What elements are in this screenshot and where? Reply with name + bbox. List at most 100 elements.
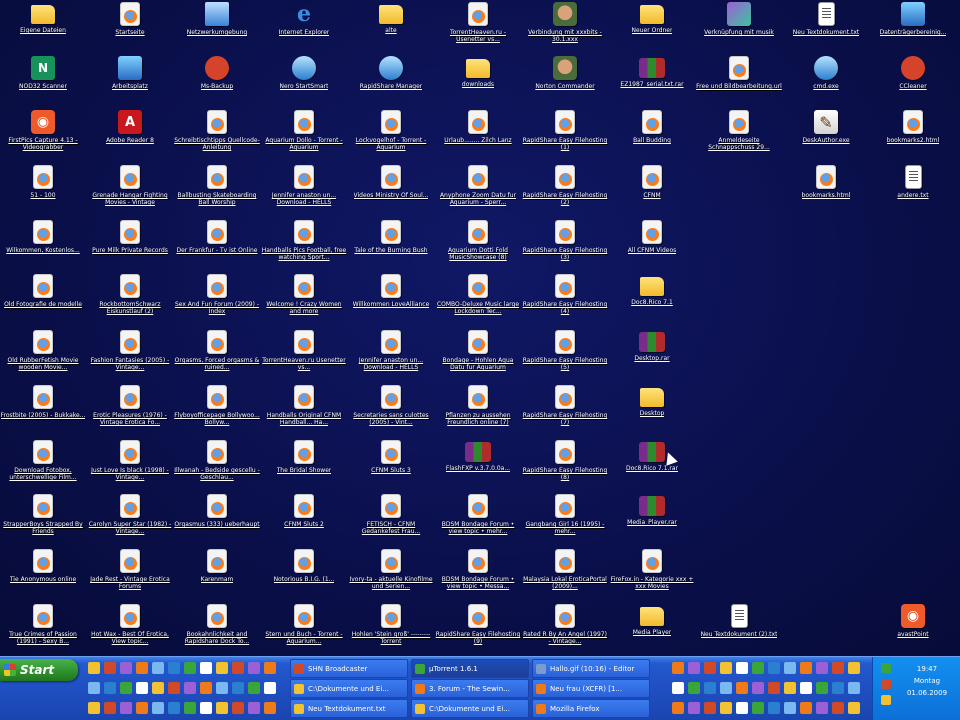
desktop-icon[interactable]: Jennifer anaston un... Download - HELLS: [348, 330, 434, 384]
desktop-icon[interactable]: BDSM Bondage Forum • view topic • Messa.…: [435, 549, 521, 603]
quick-launch-icon[interactable]: [200, 702, 212, 714]
desktop-icon[interactable]: True Crimes of Passion (1991) - Sexy B..…: [0, 604, 86, 658]
tray-app-icon[interactable]: [752, 662, 764, 674]
taskbar-button[interactable]: Mozilla Firefox: [532, 699, 650, 718]
desktop-icon[interactable]: Urlaub........ Zilch Lanz: [435, 110, 521, 164]
desktop-icon[interactable]: FirstPics Capture 4.13 - Videograbber: [0, 110, 86, 164]
desktop-icon[interactable]: CCleaner: [870, 56, 956, 110]
desktop-icon[interactable]: Verbindung mit xxxbits - 30.1.xxx: [522, 2, 608, 56]
desktop-icon[interactable]: DeskAuthor.exe: [783, 110, 869, 164]
desktop-icon[interactable]: bookmarks2.html: [870, 110, 956, 164]
desktop-icon[interactable]: Welcome ! Crazy Women and more: [261, 274, 347, 328]
desktop-icon[interactable]: andere.txt: [870, 165, 956, 219]
desktop-icon[interactable]: cmd.exe: [783, 56, 869, 110]
quick-launch-icon[interactable]: [216, 702, 228, 714]
quick-launch-icon[interactable]: [184, 662, 196, 674]
desktop-icon[interactable]: Der Frankfur - Tv ist Online: [174, 220, 260, 274]
desktop-icon[interactable]: Anmeldeseite Schnappschuss 29...: [696, 110, 782, 164]
quick-launch-icon[interactable]: [248, 702, 260, 714]
quick-launch-icon[interactable]: [184, 682, 196, 694]
quick-launch-icon[interactable]: [88, 702, 100, 714]
desktop-icon[interactable]: RapidShare Easy Filehosting (7): [522, 385, 608, 439]
quick-launch-icon[interactable]: [184, 702, 196, 714]
desktop-icon[interactable]: Pure Milk Private Records: [87, 220, 173, 274]
desktop-icon[interactable]: Lockvogelhof - Torrent - Aquarium: [348, 110, 434, 164]
desktop-icon[interactable]: StrapperBoys Strapped By Friends: [0, 494, 86, 548]
quick-launch-icon[interactable]: [152, 662, 164, 674]
desktop-icon[interactable]: Handballs Original CFNM Handball... Ha..…: [261, 385, 347, 439]
desktop-icon[interactable]: RapidShare Easy Filehosting (9): [435, 604, 521, 658]
desktop-icon[interactable]: Aquarium Dotti Fold MusicShowcase (8): [435, 220, 521, 274]
start-button[interactable]: Start: [0, 659, 78, 681]
tray-app-icon[interactable]: [816, 702, 828, 714]
desktop-icon[interactable]: Videos Ministry Of Soul...: [348, 165, 434, 219]
quick-launch-icon[interactable]: [200, 662, 212, 674]
desktop-icon[interactable]: NOD32 Scanner: [0, 56, 86, 110]
desktop-icon[interactable]: Hohlen 'Stein groß' --------- Torrent: [348, 604, 434, 658]
desktop-icon[interactable]: 51 - 100: [0, 165, 86, 219]
desktop-icon[interactable]: The Bridal Shower: [261, 440, 347, 494]
desktop-icon[interactable]: Flyboyofficepage Bollywoo... Bollyw...: [174, 385, 260, 439]
taskbar-button[interactable]: C:\Dokumente und Ei...: [411, 699, 529, 718]
quick-launch-icon[interactable]: [120, 682, 132, 694]
desktop-icon[interactable]: Old Fotografie de modelle: [0, 274, 86, 328]
desktop-icon[interactable]: RockbottomSchwarz Eiskunstlauf (2): [87, 274, 173, 328]
clock[interactable]: 19:47 Montag 01.06.2009: [900, 663, 954, 699]
tray-app-icon[interactable]: [768, 662, 780, 674]
quick-launch-icon[interactable]: [152, 682, 164, 694]
tray-app-icon[interactable]: [832, 662, 844, 674]
desktop-icon[interactable]: bookmarks.html: [783, 165, 869, 219]
desktop-icon[interactable]: Hot Wax - Best Of Erotica, View topic...: [87, 604, 173, 658]
quick-launch-icon[interactable]: [88, 682, 100, 694]
quick-launch-icon[interactable]: [168, 702, 180, 714]
desktop-icon[interactable]: Frostbite (2005) - Bukkake...: [0, 385, 86, 439]
desktop-icon[interactable]: Adobe Reader 8: [87, 110, 173, 164]
tray-app-icon[interactable]: [816, 662, 828, 674]
desktop-icon[interactable]: Rated R By An Angel (1997) - Vintage...: [522, 604, 608, 658]
quick-launch-icon[interactable]: [216, 682, 228, 694]
tray-app-icon[interactable]: [848, 682, 860, 694]
desktop-icon[interactable]: Internet Explorer: [261, 2, 347, 56]
desktop-icon[interactable]: alte: [348, 2, 434, 56]
desktop-icon[interactable]: Carolyn Super Star (1982) - Vintage...: [87, 494, 173, 548]
desktop-icon[interactable]: Stern und Buch - Torrent - Aquarium...: [261, 604, 347, 658]
desktop-icon[interactable]: Neu Textdokument.txt: [783, 2, 869, 56]
taskbar-button[interactable]: Neu frau (XCFR) [1...: [532, 679, 650, 698]
desktop-icon[interactable]: Secretaries sans culottes (2005) - Vint.…: [348, 385, 434, 439]
desktop-icon[interactable]: Orgasms, Forced orgasms & ruined...: [174, 330, 260, 384]
desktop-icon[interactable]: Tale of the Burning Bush: [348, 220, 434, 274]
desktop-icon[interactable]: Eigene Dateien: [0, 2, 86, 56]
tray-app-icon[interactable]: [768, 702, 780, 714]
desktop-icon[interactable]: RapidShare Easy Filehosting (5): [522, 330, 608, 384]
desktop-icon[interactable]: Notorious B.I.G. (1...: [261, 549, 347, 603]
quick-launch-icon[interactable]: [120, 662, 132, 674]
taskbar-button[interactable]: µTorrent 1.6.1: [411, 659, 529, 678]
tray-app-icon[interactable]: [848, 662, 860, 674]
desktop-icon[interactable]: Ms-Backup: [174, 56, 260, 110]
tray-app-icon[interactable]: [832, 702, 844, 714]
quick-launch-icon[interactable]: [216, 662, 228, 674]
desktop-icon[interactable]: Ivory-ta - aktuelle Kinofilme und Serien…: [348, 549, 434, 603]
quick-launch-icon[interactable]: [168, 682, 180, 694]
tray-app-icon[interactable]: [672, 682, 684, 694]
quick-launch-icon[interactable]: [136, 682, 148, 694]
desktop-icon[interactable]: Doc8.Rico 7.1: [609, 274, 695, 328]
tray-app-icon[interactable]: [736, 702, 748, 714]
desktop-icon[interactable]: RapidShare Easy Filehosting (4): [522, 274, 608, 328]
tray-app-icon[interactable]: [688, 682, 700, 694]
tray-app-icon[interactable]: [784, 662, 796, 674]
quick-launch-icon[interactable]: [88, 662, 100, 674]
tray-app-icon[interactable]: [672, 702, 684, 714]
desktop-icon[interactable]: RapidShare Manager: [348, 56, 434, 110]
desktop-icon[interactable]: Media Player: [609, 604, 695, 658]
desktop-icon[interactable]: Jennifer anaston un... Download - HELLS: [261, 165, 347, 219]
tray-app-icon[interactable]: [800, 682, 812, 694]
desktop-icon[interactable]: Download Fotobox, unterschwellige Film..…: [0, 440, 86, 494]
tray-app-icon[interactable]: [784, 702, 796, 714]
quick-launch-icon[interactable]: [232, 682, 244, 694]
desktop-icon[interactable]: Datenträgerbereinig...: [870, 2, 956, 56]
desktop-icon[interactable]: Bookahnlichkeit and Rapidshare Dock To..…: [174, 604, 260, 658]
quick-launch-icon[interactable]: [248, 662, 260, 674]
tray-app-icon[interactable]: [800, 702, 812, 714]
tray-app-icon[interactable]: [704, 662, 716, 674]
